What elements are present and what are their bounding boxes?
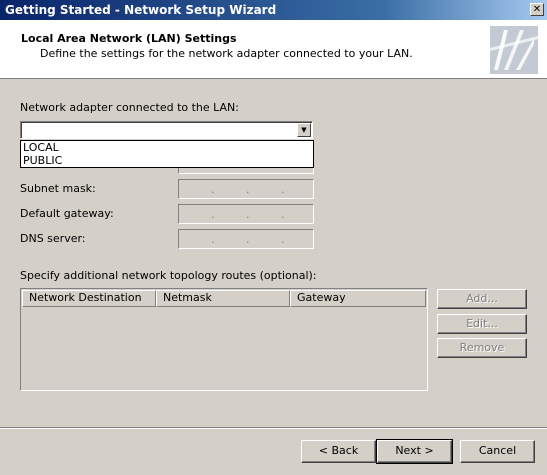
next-button[interactable]: Next > (376, 439, 453, 464)
dns-server-field[interactable]: . . . (178, 229, 314, 249)
ip-dot: . (246, 233, 250, 246)
dropdown-option-public[interactable]: PUBLIC (23, 154, 62, 167)
column-header-gateway[interactable]: Gateway (290, 290, 426, 307)
close-button[interactable]: ✕ (530, 3, 544, 16)
back-button[interactable]: < Back (301, 440, 376, 463)
column-header-destination[interactable]: Network Destination (22, 290, 156, 307)
dropdown-option-local[interactable]: LOCAL (23, 141, 59, 154)
close-icon: ✕ (532, 4, 542, 15)
ip-dot: . (211, 183, 215, 196)
subnet-mask-field[interactable]: . . . (178, 179, 314, 199)
window-title: Getting Started - Network Setup Wizard (5, 3, 277, 17)
dropdown-button[interactable]: ▼ (297, 123, 311, 137)
ip-dot: . (281, 233, 285, 246)
wizard-header-icon (490, 26, 538, 74)
ip-dot: . (211, 233, 215, 246)
cancel-button[interactable]: Cancel (460, 440, 535, 463)
edit-route-button[interactable]: Edit... (437, 314, 527, 334)
remove-route-button[interactable]: Remove (437, 338, 527, 358)
ip-dot: . (246, 183, 250, 196)
adapter-label: Network adapter connected to the LAN: (20, 101, 239, 114)
window-title-bar[interactable]: Getting Started - Network Setup Wizard (0, 0, 547, 20)
ip-dot: . (281, 183, 285, 196)
ip-dot: . (281, 208, 285, 221)
page-subtitle: Define the settings for the network adap… (40, 47, 413, 60)
wizard-header: Local Area Network (LAN) Settings Define… (0, 20, 547, 79)
ip-dot: . (246, 208, 250, 221)
routes-label: Specify additional network topology rout… (20, 269, 317, 282)
routes-table[interactable]: Network Destination Netmask Gateway (20, 288, 428, 391)
default-gateway-label: Default gateway: (20, 207, 114, 220)
page-title: Local Area Network (LAN) Settings (21, 32, 237, 45)
footer-divider (0, 427, 547, 429)
ip-dot: . (211, 208, 215, 221)
adapter-combobox[interactable]: ▼ (20, 121, 313, 139)
adapter-dropdown-list: LOCAL PUBLIC (20, 140, 314, 168)
chevron-down-icon: ▼ (301, 126, 307, 134)
dns-server-label: DNS server: (20, 232, 86, 245)
column-header-netmask[interactable]: Netmask (156, 290, 290, 307)
subnet-mask-label: Subnet mask: (20, 182, 96, 195)
default-gateway-field[interactable]: . . . (178, 204, 314, 224)
add-route-button[interactable]: Add... (437, 289, 527, 309)
